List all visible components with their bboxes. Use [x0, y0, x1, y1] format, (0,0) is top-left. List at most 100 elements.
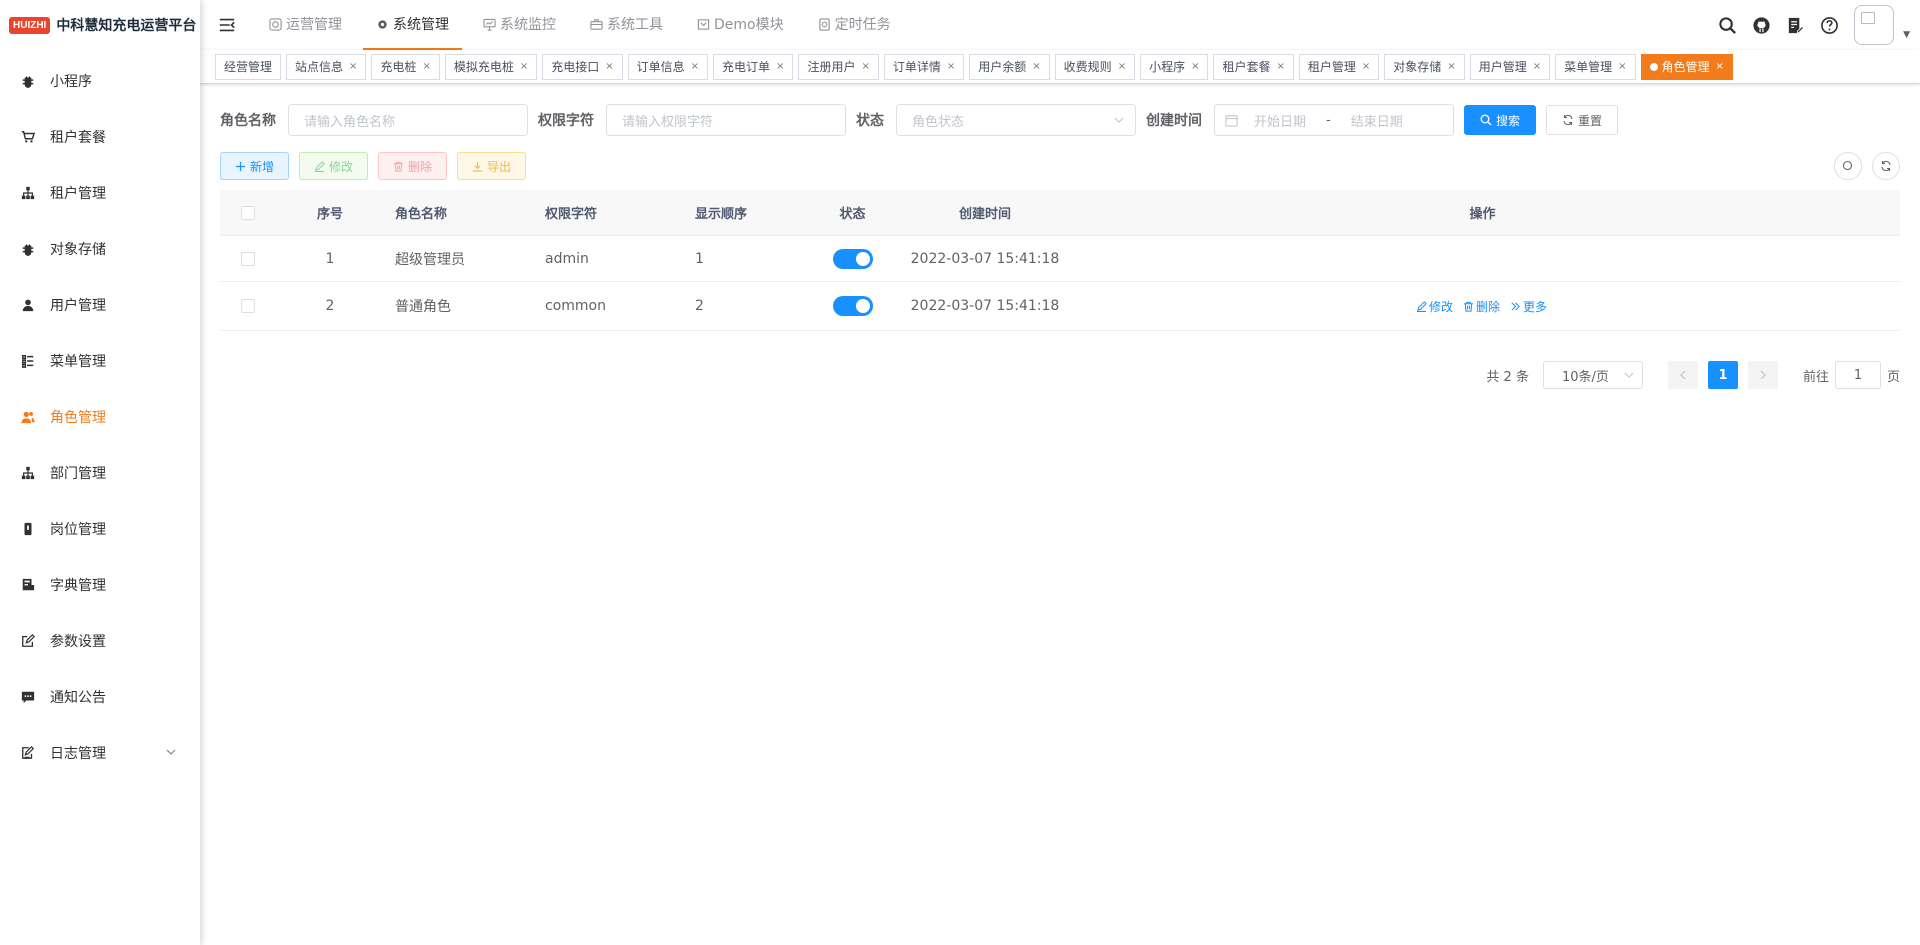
close-icon[interactable]: ×	[349, 55, 357, 79]
row-edit-link[interactable]: 修改	[1416, 298, 1453, 315]
status-switch[interactable]	[832, 296, 873, 316]
document-icon[interactable]	[1778, 0, 1812, 50]
close-icon[interactable]: ×	[1032, 55, 1040, 79]
close-icon[interactable]: ×	[776, 55, 784, 79]
github-icon[interactable]	[1744, 0, 1778, 50]
close-icon[interactable]: ×	[1533, 55, 1541, 79]
sidebar-item-tenant-package[interactable]: 租户套餐	[0, 109, 200, 165]
top-menu: 运营管理 系统管理 系统监控 系统工具 Demo模块 定时任务	[252, 0, 908, 50]
tag-item[interactable]: 站点信息 ×	[286, 53, 367, 80]
select-all-checkbox[interactable]	[240, 205, 255, 220]
prev-page-button[interactable]	[1667, 361, 1698, 389]
close-icon[interactable]: ×	[1277, 55, 1285, 79]
sidebar-item-label: 通知公告	[50, 690, 106, 706]
role-key-input[interactable]: 请输入权限字符	[606, 104, 846, 136]
reset-button-label: 重置	[1578, 113, 1603, 128]
status-select[interactable]: 角色状态	[896, 104, 1136, 136]
page-size-select[interactable]: 10条/页	[1542, 361, 1643, 389]
action-toolbar: 新增 修改 删除 导出	[220, 152, 1900, 180]
tag-item-active[interactable]: 角色管理 ×	[1640, 53, 1733, 80]
search-icon[interactable]	[1710, 0, 1744, 50]
edit-button[interactable]: 修改	[299, 152, 369, 180]
date-range-picker[interactable]: 开始日期 - 结束日期	[1214, 104, 1454, 136]
export-button[interactable]: 导出	[457, 152, 527, 180]
sidebar-item-tenant-manage[interactable]: 租户管理	[0, 165, 200, 221]
sidebar-menu: 小程序 租户套餐 租户管理 对象存储 用户管理 菜单管理 角色管理 部门管理 岗…	[0, 53, 200, 781]
sidebar-item-object-storage[interactable]: 对象存储	[0, 221, 200, 277]
hamburger-icon[interactable]	[202, 0, 252, 50]
tag-item[interactable]: 小程序 ×	[1140, 53, 1209, 80]
tag-item[interactable]: 订单详情 ×	[883, 53, 965, 80]
tag-item[interactable]: 菜单管理 ×	[1555, 53, 1636, 80]
tag-item[interactable]: 注册用户 ×	[798, 53, 879, 80]
close-icon[interactable]: ×	[947, 55, 955, 79]
add-button[interactable]: 新增	[220, 152, 290, 180]
tag-item[interactable]: 租户管理 ×	[1298, 53, 1380, 80]
search-button-label: 搜索	[1496, 113, 1521, 128]
logo[interactable]: HUIZHI 中科慧知充电运营平台	[0, 0, 200, 50]
close-icon[interactable]: ×	[520, 55, 528, 79]
sidebar-item-param-settings[interactable]: 参数设置	[0, 613, 200, 669]
tag-item[interactable]: 用户余额 ×	[969, 53, 1050, 80]
row-delete-link[interactable]: 删除	[1463, 298, 1500, 315]
row-checkbox[interactable]	[240, 299, 255, 313]
avatar[interactable]	[1854, 5, 1894, 45]
tag-item[interactable]: 模拟充电桩 ×	[444, 53, 538, 80]
tag-item[interactable]: 充电接口 ×	[542, 53, 623, 80]
close-icon[interactable]: ×	[691, 55, 699, 79]
sidebar-item-post-manage[interactable]: 岗位管理	[0, 501, 200, 557]
sidebar-item-log-manage[interactable]: 日志管理	[0, 725, 200, 781]
next-page-button[interactable]	[1747, 361, 1778, 389]
tag-item[interactable]: 经营管理	[215, 53, 282, 80]
tag-item[interactable]: 租户套餐 ×	[1213, 53, 1294, 80]
reset-button[interactable]: 重置	[1546, 105, 1619, 135]
logo-title: 中科慧知充电运营平台	[56, 18, 197, 34]
search-button[interactable]: 搜索	[1464, 105, 1537, 135]
tag-item[interactable]: 用户管理 ×	[1469, 53, 1551, 80]
edit-icon	[314, 160, 325, 172]
sidebar-item-menu-manage[interactable]: 菜单管理	[0, 333, 200, 389]
sidebar-item-mini-program[interactable]: 小程序	[0, 53, 200, 109]
row-more-link[interactable]: 更多	[1510, 298, 1547, 315]
top-menu-demo[interactable]: Demo模块	[684, 0, 797, 50]
close-icon[interactable]: ×	[1118, 55, 1126, 79]
top-menu-cron[interactable]: 定时任务	[805, 0, 904, 50]
top-menu-monitor[interactable]: 系统监控	[470, 0, 569, 50]
close-icon[interactable]: ×	[605, 55, 613, 79]
top-menu-tools[interactable]: 系统工具	[577, 0, 676, 50]
toggle-search-button[interactable]	[1834, 152, 1862, 180]
sidebar-item-notice[interactable]: 通知公告	[0, 669, 200, 725]
start-date-placeholder[interactable]: 开始日期	[1254, 111, 1306, 130]
tag-item[interactable]: 充电桩 ×	[371, 53, 440, 80]
close-icon[interactable]: ×	[1362, 55, 1370, 79]
close-icon[interactable]: ×	[1191, 55, 1199, 79]
sidebar-item-user-manage[interactable]: 用户管理	[0, 277, 200, 333]
role-name-input[interactable]: 请输入角色名称	[288, 104, 528, 136]
avatar-dropdown[interactable]: ▼	[1854, 0, 1910, 50]
question-icon[interactable]	[1812, 0, 1846, 50]
tag-label: 充电接口	[551, 59, 600, 74]
sidebar-item-dict-manage[interactable]: 字典管理	[0, 557, 200, 613]
goto-page-input[interactable]: 1	[1834, 361, 1881, 389]
sidebar-item-dept-manage[interactable]: 部门管理	[0, 445, 200, 501]
close-icon[interactable]: ×	[422, 55, 430, 79]
tag-item[interactable]: 对象存储 ×	[1384, 53, 1465, 80]
delete-button[interactable]: 删除	[378, 152, 448, 180]
tag-item[interactable]: 订单信息 ×	[627, 53, 709, 80]
sidebar-item-role-manage[interactable]: 角色管理	[0, 389, 200, 445]
tags-view: 经营管理 站点信息 × 充电桩 × 模拟充电桩 × 充电接口 × 订单信息 × 充电订单 ×…	[200, 50, 1920, 84]
close-icon[interactable]: ×	[1447, 55, 1455, 79]
close-icon[interactable]: ×	[1618, 55, 1626, 79]
row-checkbox[interactable]	[240, 251, 255, 266]
status-switch[interactable]	[832, 248, 873, 269]
top-menu-system[interactable]: 系统管理	[363, 0, 462, 50]
end-date-placeholder[interactable]: 结束日期	[1351, 111, 1403, 130]
refresh-button[interactable]	[1872, 152, 1900, 180]
close-icon[interactable]: ×	[1716, 55, 1724, 79]
message-icon	[20, 689, 36, 705]
tag-item[interactable]: 收费规则 ×	[1054, 53, 1136, 80]
top-menu-operation[interactable]: 运营管理	[256, 0, 355, 50]
close-icon[interactable]: ×	[861, 55, 869, 79]
page-number-active[interactable]: 1	[1707, 361, 1738, 389]
tag-item[interactable]: 充电订单 ×	[713, 53, 794, 80]
